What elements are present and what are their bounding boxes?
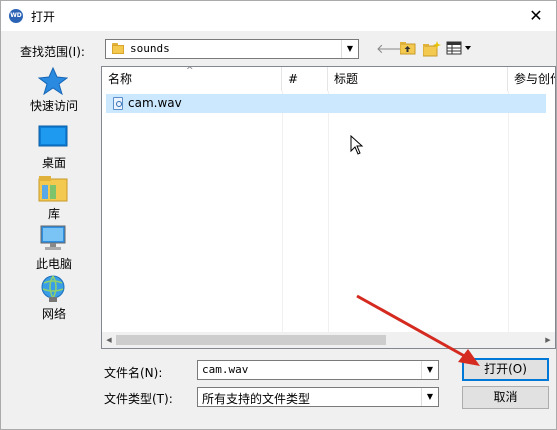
library-icon [38,175,68,203]
title-bar: WD 打开 ✕ [1,1,556,31]
open-dialog: WD 打开 ✕ 查找范围(I): sounds ▼ 🡐 快速访问 桌面 库 此电… [0,0,557,430]
column-header-contributors[interactable]: 参与创作 [508,67,555,91]
scroll-left-icon[interactable]: ◀ [102,332,116,348]
filename-combobox[interactable]: cam.wav ▼ [197,360,439,380]
place-label: 网络 [41,307,66,321]
column-header-name[interactable]: 名称 ^ [102,67,282,91]
mouse-pointer-icon [350,135,364,155]
place-desktop[interactable]: 桌面 [11,124,97,174]
new-folder-icon[interactable] [422,41,442,59]
desktop-icon [38,124,68,152]
back-arrow-icon[interactable]: 🡐 [376,41,411,59]
filetype-value: 所有支持的文件类型 [202,392,311,406]
audio-file-icon [113,97,123,110]
sort-chevron-icon: ^ [186,66,194,76]
column-header-title[interactable]: 标题 [328,67,508,91]
up-folder-icon[interactable] [399,41,417,59]
column-divider [282,91,283,332]
chevron-down-icon[interactable]: ▼ [341,40,358,58]
place-label: 快速访问 [29,99,78,113]
horizontal-scrollbar[interactable]: ◀ ▶ [102,332,555,348]
file-name: cam.wav [128,96,182,110]
filetype-select[interactable]: 所有支持的文件类型 ▼ [197,387,439,407]
computer-icon [38,225,68,253]
column-header-number[interactable]: # [282,67,328,91]
place-library[interactable]: 库 [11,175,97,225]
view-menu-icon[interactable] [445,41,475,59]
filename-label: 文件名(N): [104,366,163,380]
lookin-value: sounds [130,42,170,55]
place-label: 此电脑 [35,257,72,271]
place-label: 库 [47,207,60,221]
place-network[interactable]: 网络 [11,275,97,325]
places-bar: 快速访问 桌面 库 此电脑 网络 [11,66,97,357]
close-button[interactable]: ✕ [526,6,546,26]
filename-value: cam.wav [202,363,249,376]
place-this-pc[interactable]: 此电脑 [11,225,97,275]
file-list[interactable]: 名称 ^ # 标题 参与创作 cam.wav ◀ ▶ [101,66,556,349]
column-divider [508,91,509,332]
place-quick-access[interactable]: 快速访问 [11,66,97,117]
open-button[interactable]: 打开(O) [462,358,549,381]
lookin-label: 查找范围(I): [20,45,85,59]
scrollbar-thumb[interactable] [116,335,386,345]
list-item[interactable]: cam.wav [106,94,546,113]
cancel-button[interactable]: 取消 [462,386,549,409]
close-icon: ✕ [529,6,543,25]
app-icon: WD [9,9,23,23]
window-title: 打开 [31,10,56,24]
chevron-down-icon[interactable]: ▼ [421,361,438,379]
folder-icon [112,43,124,54]
chevron-down-icon[interactable]: ▼ [421,388,438,406]
network-icon [38,275,68,303]
filetype-label: 文件类型(T): [104,392,173,406]
star-icon [37,66,69,96]
place-label: 桌面 [41,156,66,170]
scroll-right-icon[interactable]: ▶ [541,332,555,348]
lookin-combobox[interactable]: sounds ▼ [105,39,359,59]
column-divider [328,91,329,332]
